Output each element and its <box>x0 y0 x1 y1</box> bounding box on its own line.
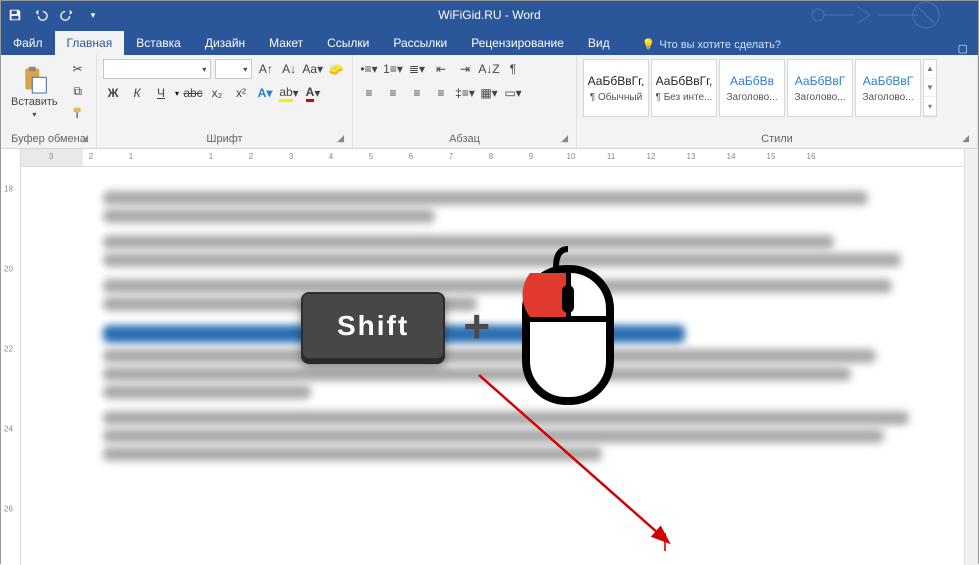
dialog-launcher-icon[interactable]: ◢ <box>337 133 344 144</box>
numbering-icon[interactable]: 1≡▾ <box>383 59 403 79</box>
clipboard-paste-icon <box>20 64 48 94</box>
tab-references[interactable]: Ссылки <box>315 31 381 55</box>
bold-button[interactable]: Ж <box>103 83 123 103</box>
tab-file[interactable]: Файл <box>1 31 55 55</box>
tab-view[interactable]: Вид <box>576 31 622 55</box>
styles-scroll[interactable]: ▲▼▾ <box>923 59 937 117</box>
paste-button[interactable]: Вставить ▾ <box>7 62 62 121</box>
align-center-icon[interactable]: ≡ <box>383 83 403 103</box>
sort-icon[interactable]: A↓Z <box>479 59 499 79</box>
watermark-icon <box>798 1 968 29</box>
group-clipboard-label: Буфер обмена◢ <box>7 131 90 146</box>
group-font: ▾ ▾ A↑ A↓ Aa▾ 🧽 Ж К Ч▾ abc x₂ x² A▾ ab▾ … <box>97 55 353 148</box>
style-heading3[interactable]: АаБбВвГЗаголово... <box>855 59 921 117</box>
bullets-icon[interactable]: •≡▾ <box>359 59 379 79</box>
ribbon-tabs: Файл Главная Вставка Дизайн Макет Ссылки… <box>1 29 978 55</box>
subscript-button[interactable]: x₂ <box>207 83 227 103</box>
style-nospacing[interactable]: АаБбВвГг,¶ Без инте... <box>651 59 717 117</box>
ribbon: Вставить ▾ ✂ ⧉ Буфер обмена◢ ▾ ▾ A↑ A↓ A… <box>1 55 978 149</box>
tab-insert[interactable]: Вставка <box>124 31 193 55</box>
group-font-label: Шрифт◢ <box>103 131 346 146</box>
group-paragraph-label: Абзац◢ <box>359 131 570 146</box>
superscript-button[interactable]: x² <box>231 83 251 103</box>
copy-icon[interactable]: ⧉ <box>68 81 88 101</box>
dialog-launcher-icon[interactable]: ◢ <box>81 133 88 144</box>
ribbon-display-options-icon[interactable]: ▢ <box>958 42 968 55</box>
save-icon[interactable] <box>7 7 23 23</box>
redo-icon[interactable] <box>59 7 75 23</box>
change-case-icon[interactable]: Aa▾ <box>303 59 323 79</box>
shading-icon[interactable]: ▦▾ <box>479 83 499 103</box>
group-styles: АаБбВвГг,¶ Обычный АаБбВвГг,¶ Без инте..… <box>577 55 978 148</box>
group-paragraph: •≡▾ 1≡▾ ≣▾ ⇤ ⇥ A↓Z ¶ ≡ ≡ ≡ ≡ ‡≡▾ ▦▾ ▭▾ А… <box>353 55 577 148</box>
cut-icon[interactable]: ✂ <box>68 59 88 79</box>
tab-home[interactable]: Главная <box>55 31 125 55</box>
align-right-icon[interactable]: ≡ <box>407 83 427 103</box>
line-spacing-icon[interactable]: ‡≡▾ <box>455 83 475 103</box>
show-marks-icon[interactable]: ¶ <box>503 59 523 79</box>
decrease-indent-icon[interactable]: ⇤ <box>431 59 451 79</box>
title-bar: ▾ WiFiGid.RU - Word <box>1 1 978 29</box>
italic-button[interactable]: К <box>127 83 147 103</box>
tab-design[interactable]: Дизайн <box>193 31 257 55</box>
vertical-scrollbar[interactable] <box>964 149 978 565</box>
format-painter-icon[interactable] <box>68 103 88 123</box>
text-effects-icon[interactable]: A▾ <box>255 83 275 103</box>
style-heading1[interactable]: АаБбВвЗаголово... <box>719 59 785 117</box>
style-heading2[interactable]: АаБбВвГЗаголово... <box>787 59 853 117</box>
group-styles-label: Стили◢ <box>583 131 971 146</box>
strike-button[interactable]: abc <box>183 83 203 103</box>
style-normal[interactable]: АаБбВвГг,¶ Обычный <box>583 59 649 117</box>
horizontal-ruler[interactable]: L 3 2 1 1 2 3 4 5 6 7 8 9 10 11 12 13 14… <box>21 149 964 167</box>
font-family-combo[interactable]: ▾ <box>103 59 211 79</box>
dialog-launcher-icon[interactable]: ◢ <box>561 133 568 144</box>
clear-formatting-icon[interactable]: 🧽 <box>327 59 346 79</box>
tell-me-label: Что вы хотите сделать? <box>659 39 781 51</box>
tell-me-search[interactable]: 💡 Что вы хотите сделать? <box>636 34 787 55</box>
increase-indent-icon[interactable]: ⇥ <box>455 59 475 79</box>
align-left-icon[interactable]: ≡ <box>359 83 379 103</box>
tab-layout[interactable]: Макет <box>257 31 315 55</box>
justify-icon[interactable]: ≡ <box>431 83 451 103</box>
shrink-font-icon[interactable]: A↓ <box>279 59 298 79</box>
tab-review[interactable]: Рецензирование <box>459 31 576 55</box>
multilevel-icon[interactable]: ≣▾ <box>407 59 427 79</box>
group-clipboard: Вставить ▾ ✂ ⧉ Буфер обмена◢ <box>1 55 97 148</box>
font-color-icon[interactable]: A▾ <box>303 83 323 103</box>
font-size-combo[interactable]: ▾ <box>215 59 252 79</box>
vertical-ruler: 18 20 22 24 26 <box>1 149 21 565</box>
undo-icon[interactable] <box>33 7 49 23</box>
underline-button[interactable]: Ч <box>151 83 171 103</box>
window-title: WiFiGid.RU - Word <box>438 8 540 22</box>
red-arrow-icon <box>469 371 689 561</box>
styles-gallery[interactable]: АаБбВвГг,¶ Обычный АаБбВвГг,¶ Без инте..… <box>583 59 971 123</box>
grow-font-icon[interactable]: A↑ <box>256 59 275 79</box>
highlight-color-icon[interactable]: ab▾ <box>279 83 299 103</box>
qat-customize-icon[interactable]: ▾ <box>85 7 101 23</box>
dialog-launcher-icon[interactable]: ◢ <box>962 133 969 144</box>
paste-label: Вставить <box>11 96 58 108</box>
tab-mailings[interactable]: Рассылки <box>381 31 459 55</box>
lightbulb-icon: 💡 <box>642 38 656 51</box>
borders-icon[interactable]: ▭▾ <box>503 83 523 103</box>
